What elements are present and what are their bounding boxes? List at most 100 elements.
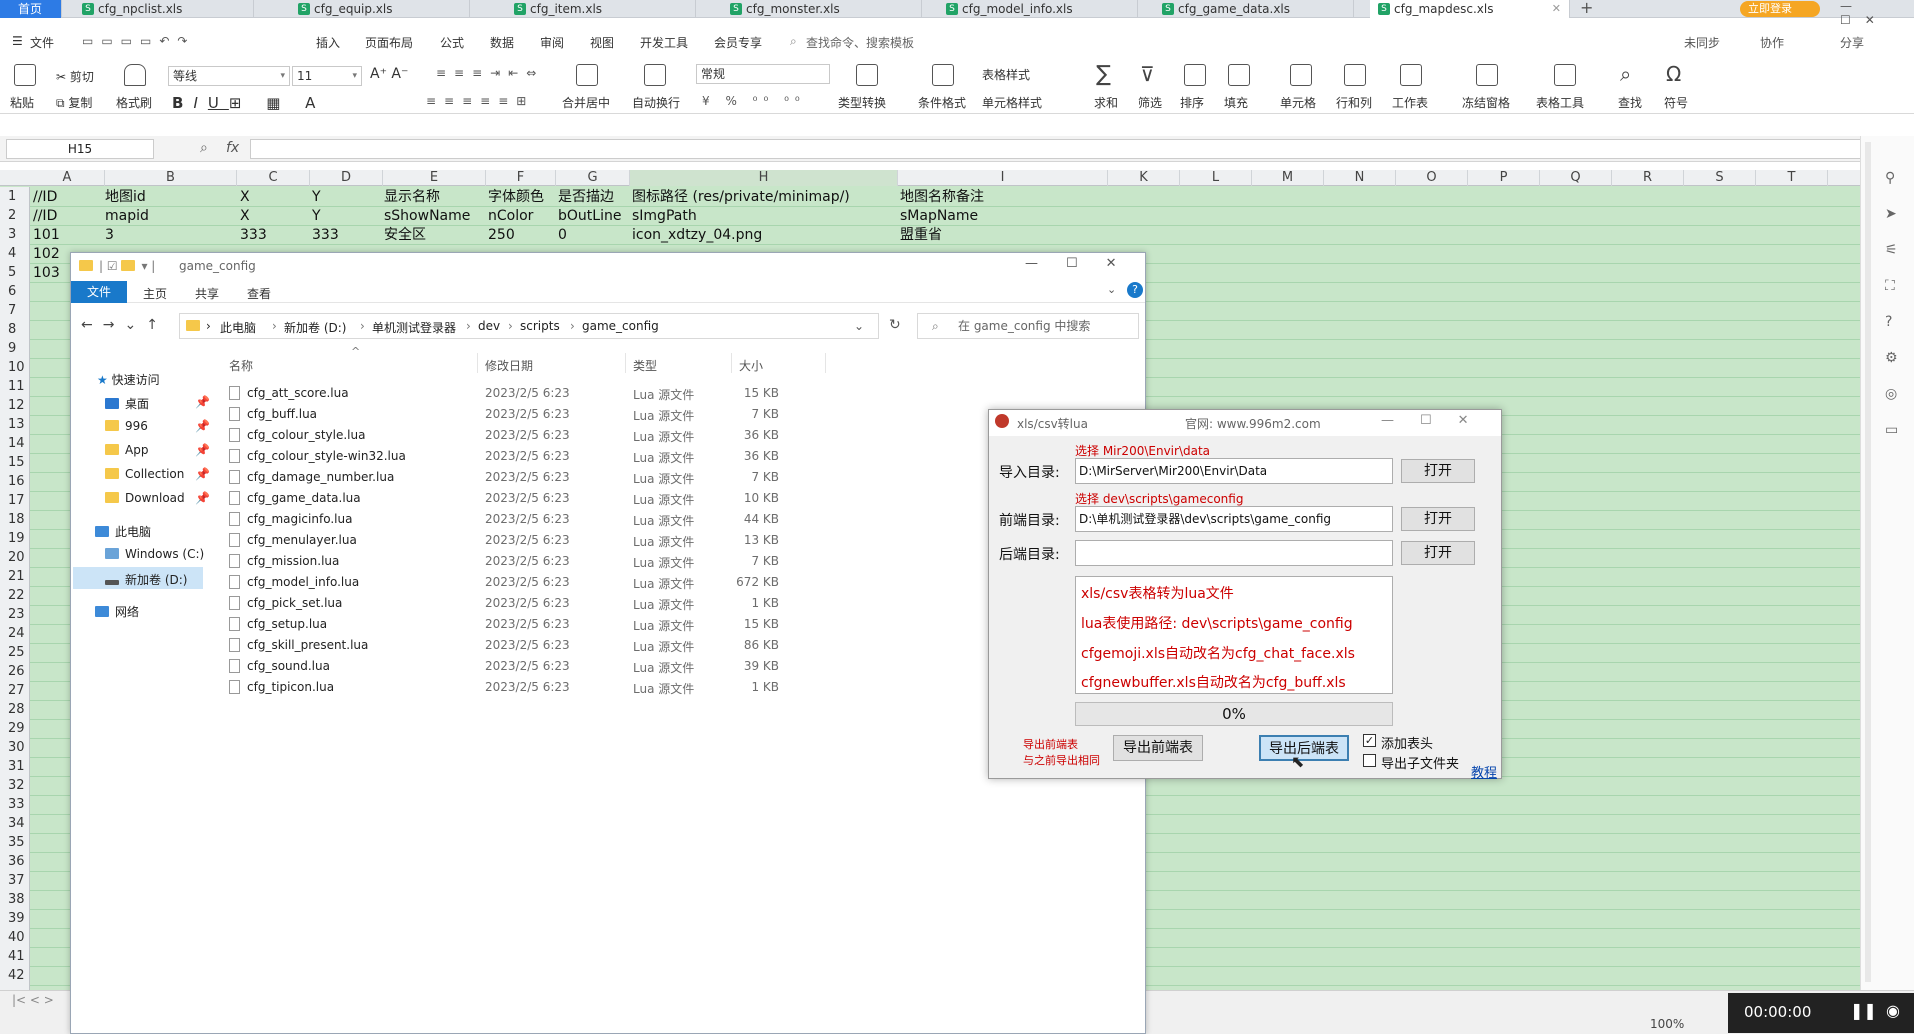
worksheet-icon[interactable] bbox=[1400, 64, 1422, 86]
row-header[interactable]: 16 bbox=[0, 472, 29, 491]
menu-view[interactable]: 视图 bbox=[590, 34, 614, 51]
col-header[interactable]: K bbox=[1108, 170, 1180, 186]
row-header[interactable]: 11 bbox=[0, 377, 29, 396]
quick-access-icons[interactable]: ▭▭▭▭↶↷ bbox=[82, 34, 195, 48]
col-header[interactable]: G bbox=[556, 170, 630, 186]
cell-label[interactable]: 单元格 bbox=[1280, 94, 1316, 111]
breadcrumb-item[interactable]: 新加卷 (D:) bbox=[284, 319, 346, 336]
col-header[interactable]: T bbox=[1756, 170, 1828, 186]
cell-icon[interactable] bbox=[1290, 64, 1312, 86]
fill-icon[interactable] bbox=[1228, 64, 1250, 86]
file-row[interactable]: cfg_buff.lua 2023/2/5 6:23 Lua 源文件 7 KB bbox=[71, 404, 831, 425]
row-header[interactable]: 8 bbox=[0, 320, 29, 339]
col-size-header[interactable]: 大小 bbox=[739, 357, 763, 374]
cell[interactable]: Y bbox=[312, 188, 321, 207]
tab-file[interactable]: Scfg_model_info.xls bbox=[938, 0, 1138, 18]
menu-developer[interactable]: 开发工具 bbox=[640, 34, 688, 51]
cell[interactable]: 333 bbox=[240, 226, 267, 245]
zoom-icon[interactable]: ⌕ bbox=[200, 140, 208, 156]
row-header[interactable]: 42 bbox=[0, 966, 29, 985]
menu-review[interactable]: 审阅 bbox=[540, 34, 564, 51]
sidebar-tool-icons[interactable]: ⚲ ➤ ⚟ ⛶? ⚙ ◎ ▭ bbox=[1885, 160, 1898, 448]
align-top-icons[interactable]: ≡≡≡⇥⇤⇔ bbox=[436, 66, 544, 80]
row-header[interactable]: 18 bbox=[0, 510, 29, 529]
tab-file[interactable]: Scfg_equip.xls bbox=[290, 0, 470, 18]
type-convert-label[interactable]: 类型转换 bbox=[838, 94, 886, 111]
cell[interactable]: 3 bbox=[105, 226, 114, 245]
breadcrumb-item[interactable]: dev bbox=[478, 319, 500, 333]
menu-formula[interactable]: 公式 bbox=[440, 34, 464, 51]
paste-icon[interactable] bbox=[14, 64, 36, 86]
file-row[interactable]: cfg_model_info.lua 2023/2/5 6:23 Lua 源文件 67… bbox=[71, 572, 831, 593]
sync-status[interactable]: 未同步 bbox=[1684, 34, 1720, 51]
tutorial-link[interactable]: 教程 bbox=[1471, 762, 1497, 781]
import-dir-field[interactable]: D:\MirServer\Mir200\Envir\Data bbox=[1075, 458, 1393, 484]
cell[interactable]: sMapName bbox=[900, 207, 978, 226]
tab-home[interactable]: 首页 bbox=[0, 0, 62, 18]
file-row[interactable]: cfg_mission.lua 2023/2/5 6:23 Lua 源文件 7 KB bbox=[71, 551, 831, 572]
find-label[interactable]: 查找 bbox=[1618, 94, 1642, 111]
col-header[interactable]: D bbox=[310, 170, 383, 186]
font-family-select[interactable]: 等线 ▾ bbox=[168, 66, 290, 86]
convert-icon[interactable] bbox=[856, 64, 878, 86]
cell[interactable]: X bbox=[240, 207, 250, 226]
explorer-quick-icons[interactable]: | ☑ ▾ | bbox=[79, 259, 155, 273]
explorer-tab-file[interactable]: 文件 bbox=[71, 281, 127, 303]
cell[interactable]: //ID bbox=[33, 207, 57, 226]
fx-icon[interactable]: fx bbox=[226, 140, 239, 156]
cell[interactable]: nColor bbox=[488, 207, 533, 226]
new-tab-icon[interactable]: + bbox=[1580, 0, 1593, 17]
filter-label[interactable]: 筛选 bbox=[1138, 94, 1162, 111]
row-header[interactable]: 30 bbox=[0, 738, 29, 757]
row-header[interactable]: 40 bbox=[0, 928, 29, 947]
cut-button[interactable]: ✂ 剪切 bbox=[56, 68, 94, 85]
col-header[interactable]: N bbox=[1324, 170, 1396, 186]
command-search[interactable]: 查找命令、搜索模板 bbox=[806, 34, 914, 51]
login-button[interactable]: 立即登录 bbox=[1740, 1, 1820, 17]
dialog-window-controls[interactable]: —☐✕ bbox=[1381, 413, 1495, 428]
row-header[interactable]: 31 bbox=[0, 757, 29, 776]
breadcrumb-item[interactable]: scripts bbox=[520, 319, 560, 333]
row-header[interactable]: 23 bbox=[0, 605, 29, 624]
formula-input[interactable] bbox=[250, 139, 1870, 159]
cell[interactable]: 是否描边 bbox=[558, 188, 614, 207]
chevron-down-icon[interactable]: ⌄ bbox=[854, 319, 864, 333]
format-painter-label[interactable]: 格式刷 bbox=[116, 94, 152, 111]
back-dir-field[interactable] bbox=[1075, 540, 1393, 566]
back-open-button[interactable]: 打开 bbox=[1401, 541, 1475, 565]
tab-file[interactable]: Scfg_monster.xls bbox=[722, 0, 922, 18]
row-header[interactable]: 1 bbox=[0, 187, 29, 206]
refresh-icon[interactable]: ↻ bbox=[889, 317, 901, 333]
menu-data[interactable]: 数据 bbox=[490, 34, 514, 51]
file-row[interactable]: cfg_menulayer.lua 2023/2/5 6:23 Lua 源文件 13 … bbox=[71, 530, 831, 551]
row-header[interactable]: 5 bbox=[0, 263, 29, 282]
copy-button[interactable]: ⧉ 复制 bbox=[56, 94, 92, 111]
table-tools-label[interactable]: 表格工具 bbox=[1536, 94, 1584, 111]
row-header[interactable]: 32 bbox=[0, 776, 29, 795]
symbol-icon[interactable]: Ω bbox=[1666, 62, 1681, 86]
symbol-label[interactable]: 符号 bbox=[1664, 94, 1688, 111]
col-header[interactable]: M bbox=[1252, 170, 1324, 186]
stop-icon[interactable]: ◉ bbox=[1886, 1001, 1900, 1020]
table-tools-icon[interactable] bbox=[1554, 64, 1576, 86]
col-header[interactable]: C bbox=[237, 170, 310, 186]
file-row[interactable]: cfg_colour_style.lua 2023/2/5 6:23 Lua 源文件… bbox=[71, 425, 831, 446]
pause-icon[interactable]: ❚❚ bbox=[1850, 1001, 1877, 1020]
cell[interactable]: X bbox=[240, 188, 250, 207]
close-tab-icon[interactable]: ✕ bbox=[1552, 0, 1561, 18]
row-header[interactable]: 37 bbox=[0, 871, 29, 890]
name-box[interactable]: H15 bbox=[6, 139, 154, 159]
cell[interactable]: 333 bbox=[312, 226, 339, 245]
file-row[interactable]: cfg_skill_present.lua 2023/2/5 6:23 Lua 源文… bbox=[71, 635, 831, 656]
file-row[interactable]: cfg_tipicon.lua 2023/2/5 6:23 Lua 源文件 1 KB bbox=[71, 677, 831, 698]
col-name-header[interactable]: 名称 bbox=[229, 357, 253, 374]
row-header[interactable]: 14 bbox=[0, 434, 29, 453]
col-header[interactable]: O bbox=[1396, 170, 1468, 186]
row-header[interactable]: 15 bbox=[0, 453, 29, 472]
cell[interactable]: 盟重省 bbox=[900, 226, 942, 245]
font-size-select[interactable]: 11 ▾ bbox=[292, 66, 362, 86]
menu-insert[interactable]: 插入 bbox=[316, 34, 340, 51]
row-header[interactable]: 39 bbox=[0, 909, 29, 928]
row-header[interactable]: 3 bbox=[0, 225, 29, 244]
row-header[interactable]: 10 bbox=[0, 358, 29, 377]
